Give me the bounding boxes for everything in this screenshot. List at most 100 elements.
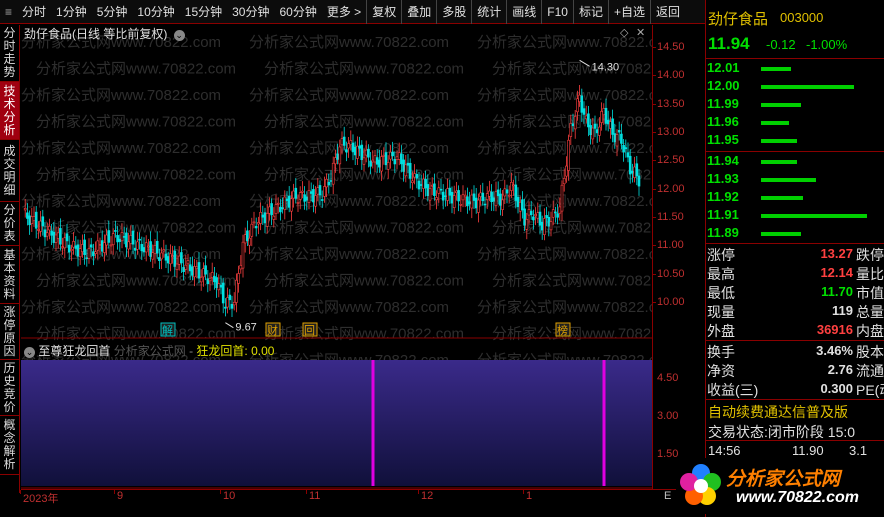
candle-body (375, 157, 379, 165)
toolbar-item-diejia[interactable]: 叠加 (401, 0, 436, 24)
event-marker-label: 回 (304, 324, 315, 337)
time-axis-end[interactable]: E (664, 490, 671, 502)
toolbar-item-duogu[interactable]: 多股 (436, 0, 471, 24)
candle-body (536, 212, 540, 219)
ask-row[interactable]: 12.01 (706, 60, 884, 78)
watermark-text: 分析家公式网www.70822.com (264, 61, 464, 78)
bid-row[interactable]: 11.91 (706, 207, 884, 225)
chart-diamond-icon[interactable]: ◇ (620, 26, 628, 39)
candle-body (96, 240, 100, 251)
stat-row: 外盘 36916 内盘 (706, 321, 884, 340)
side-tab-char: 析 (3, 457, 16, 471)
candle-body (587, 113, 590, 128)
toolbar-item-back[interactable]: 返回 (649, 0, 685, 24)
candle-body (567, 139, 570, 171)
candle-body (290, 198, 293, 212)
candle-body (617, 130, 621, 133)
candle-body (351, 142, 355, 152)
candle-body (444, 195, 447, 198)
toolbar-item-30min[interactable]: 30分钟 (227, 0, 274, 24)
ad-link[interactable]: 自动续费通达信普及版 (708, 402, 848, 422)
candle-body (386, 162, 390, 170)
side-tab-3[interactable]: 成交明细 (0, 140, 19, 202)
toolbar-item-60min[interactable]: 60分钟 (274, 0, 321, 24)
toolbar-item-biaoji[interactable]: 标记 (572, 0, 608, 24)
bid-row[interactable]: 11.89 (706, 225, 884, 243)
toolbar-item-add-watchlist[interactable]: +自选 (607, 0, 650, 24)
candle-body (305, 196, 309, 201)
trade-status-value: 闭市阶段 (767, 424, 824, 440)
side-tab-2[interactable]: 技术分析 (0, 82, 19, 140)
last-price: 11.94 (708, 34, 750, 53)
candle-body (56, 232, 60, 239)
side-tab-1[interactable]: 分时走势 (0, 25, 19, 82)
side-tab-4[interactable]: 分价表 (0, 202, 19, 246)
toolbar-item-f10[interactable]: F10 (541, 0, 573, 24)
candle-body (483, 203, 487, 206)
candle-body (292, 190, 295, 199)
bid-row[interactable]: 11.92 (706, 189, 884, 207)
toolbar-item-15min[interactable]: 15分钟 (180, 0, 227, 24)
indicator-name[interactable]: 至尊狂龙回首 (38, 344, 110, 358)
candle-body (364, 149, 368, 156)
candle-body (606, 119, 610, 125)
side-tab-7[interactable]: 历史竞价 (0, 360, 19, 416)
candle-body (228, 294, 232, 301)
stat-row: 最低 11.70 市值 (706, 283, 884, 302)
candle-body (558, 206, 562, 214)
candle-body (147, 245, 150, 248)
toolbar-item-10min[interactable]: 10分钟 (132, 0, 179, 24)
bid-row[interactable]: 11.94 (706, 153, 884, 171)
toolbar-item-fuquan[interactable]: 复权 (366, 0, 401, 24)
candle-body (479, 192, 482, 197)
ask-row[interactable]: 12.00 (706, 78, 884, 96)
ask-row[interactable]: 11.95 (706, 132, 884, 150)
logo-title: 分析家公式网 (726, 469, 841, 490)
candle-body (215, 277, 218, 288)
candle-body (516, 196, 520, 208)
chart-collapse-icon[interactable]: ✕ (636, 26, 645, 39)
candle-body (232, 301, 236, 306)
time-axis-label: 9 (117, 490, 124, 502)
bid-price: 11.93 (707, 171, 739, 186)
candle-body (633, 166, 636, 178)
toolbar-item-5min[interactable]: 5分钟 (92, 0, 133, 24)
indicator-source: 分析家公式网 (113, 344, 186, 358)
toolbar-item-1min[interactable]: 1分钟 (51, 0, 92, 24)
candle-body (461, 194, 465, 201)
toolbar-item-more[interactable]: 更多 > (322, 0, 366, 24)
side-tab-5[interactable]: 基本资料 (0, 246, 19, 304)
watermark-text: 分析家公式网www.70822.com (21, 193, 221, 210)
price-axis-label: 10.50 (657, 267, 685, 280)
candle-body (540, 221, 544, 231)
toolbar-item-huaxian[interactable]: 画线 (506, 0, 541, 24)
candle-body (34, 211, 38, 229)
candle-body (151, 252, 155, 260)
kline-chart[interactable]: 分析家公式网www.70822.com 分析家公式网www.70822.com 分析… (21, 25, 652, 490)
watermark-text: 分析家公式网www.70822.com (264, 220, 464, 237)
menu-icon[interactable]: ≡ (0, 0, 17, 24)
indicator-settings-icon[interactable]: ⌄ (24, 347, 35, 358)
candle-body (369, 160, 372, 167)
toolbar-item-fenshi[interactable]: 分时 (17, 0, 51, 24)
stat-label-2: 跌停 (856, 247, 884, 263)
candle-body (254, 225, 258, 229)
chart-settings-icon[interactable]: ⌄ (173, 30, 185, 41)
side-tab-char: 成 (3, 143, 16, 158)
bid-row[interactable]: 11.93 (706, 171, 884, 189)
candle-body (589, 125, 592, 136)
toolbar-item-tongji[interactable]: 统计 (471, 0, 506, 24)
candle-body (281, 207, 284, 209)
side-tab-char: 料 (3, 286, 16, 301)
candle-body (265, 213, 269, 227)
watermark-text: 分析家公式网www.70822.com (492, 61, 652, 78)
side-tab-6[interactable]: 涨停原因 (0, 304, 19, 360)
ask-row[interactable]: 11.96 (706, 114, 884, 132)
stat-value: 119 (832, 303, 853, 318)
candle-body (202, 268, 205, 278)
ask-row[interactable]: 11.99 (706, 96, 884, 114)
stat-label: 现量 (707, 304, 735, 320)
side-tab-8[interactable]: 概念解析 (0, 416, 19, 475)
candle-body (611, 118, 614, 135)
side-tab-char: 本 (3, 260, 16, 275)
